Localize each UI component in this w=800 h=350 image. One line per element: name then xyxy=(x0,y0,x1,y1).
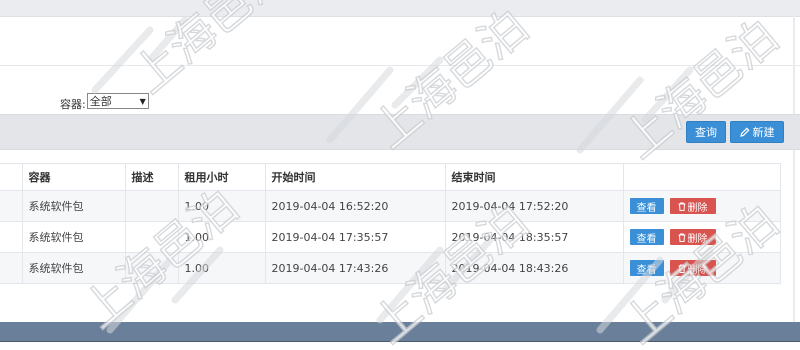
delete-button-label: 删除 xyxy=(687,264,708,276)
cell-hours: 1.00 xyxy=(177,252,266,284)
top-band xyxy=(0,0,800,17)
table-row: 系统软件包 1.00 2019-04-04 17:43:26 2019-04-0… xyxy=(0,252,781,284)
cell-end: 2019-04-04 18:43:26 xyxy=(444,252,624,284)
delete-button[interactable]: 删除 xyxy=(669,260,716,276)
new-button-label: 新建 xyxy=(752,126,775,139)
scroll-edge xyxy=(793,16,795,322)
row-select-cell xyxy=(0,252,23,284)
footer-bar xyxy=(0,322,800,341)
column-header-start[interactable]: 开始时间 xyxy=(264,163,446,191)
cell-start: 2019-04-04 17:35:57 xyxy=(264,221,446,253)
delete-button-label: 删除 xyxy=(687,202,708,214)
cell-end: 2019-04-04 17:52:20 xyxy=(444,190,624,222)
cell-container: 系统软件包 xyxy=(21,221,126,253)
cell-start: 2019-04-04 17:43:26 xyxy=(264,252,446,284)
column-header-desc[interactable]: 描述 xyxy=(124,163,179,191)
column-header-actions xyxy=(622,163,781,191)
column-header xyxy=(0,163,23,191)
pencil-icon xyxy=(739,127,749,137)
delete-button-label: 删除 xyxy=(687,233,708,245)
row-select-cell xyxy=(0,190,23,222)
filter-row: 容器: 全部 ▼ xyxy=(60,91,149,111)
query-button[interactable]: 查询 xyxy=(686,121,726,143)
column-header-container[interactable]: 容器 xyxy=(21,163,126,191)
query-button-label: 查询 xyxy=(695,126,717,139)
table-header-row: 容器 描述 租用小时 开始时间 结束时间 xyxy=(0,163,781,191)
view-button[interactable]: 查看 xyxy=(629,229,664,245)
cell-container: 系统软件包 xyxy=(21,190,126,222)
cell-actions: 查看 删除 xyxy=(622,221,781,253)
table-row: 系统软件包 1.00 2019-04-04 16:52:20 2019-04-0… xyxy=(0,190,781,222)
trash-icon xyxy=(678,233,685,242)
column-header-end[interactable]: 结束时间 xyxy=(444,163,624,191)
rental-table: 容器 描述 租用小时 开始时间 结束时间 系统软件包 1.00 2019-04-… xyxy=(0,163,790,284)
cell-desc xyxy=(124,190,179,222)
toolbar xyxy=(0,114,800,150)
cell-actions: 查看 删除 xyxy=(622,252,781,284)
cell-desc xyxy=(124,252,179,284)
cell-actions: 查看 删除 xyxy=(622,190,781,222)
cell-desc xyxy=(124,221,179,253)
view-button[interactable]: 查看 xyxy=(629,260,664,276)
delete-button[interactable]: 删除 xyxy=(669,198,716,214)
divider xyxy=(0,65,800,66)
trash-icon xyxy=(678,264,685,273)
delete-button[interactable]: 删除 xyxy=(669,229,716,245)
container-filter-select[interactable]: 全部 ▼ xyxy=(86,93,149,109)
cell-end: 2019-04-04 18:35:57 xyxy=(444,221,624,253)
new-button[interactable]: 新建 xyxy=(730,121,784,143)
container-filter-value: 全部 xyxy=(89,95,112,108)
trash-icon xyxy=(678,202,685,211)
cell-container: 系统软件包 xyxy=(21,252,126,284)
cell-hours: 1.00 xyxy=(177,221,266,253)
view-button[interactable]: 查看 xyxy=(629,198,664,214)
column-header-hours[interactable]: 租用小时 xyxy=(177,163,266,191)
table-row: 系统软件包 1.00 2019-04-04 17:35:57 2019-04-0… xyxy=(0,221,781,253)
chevron-down-icon: ▼ xyxy=(139,96,146,106)
cell-start: 2019-04-04 16:52:20 xyxy=(264,190,446,222)
row-select-cell xyxy=(0,221,23,253)
cell-hours: 1.00 xyxy=(177,190,266,222)
container-filter-label: 容器: xyxy=(60,98,86,111)
